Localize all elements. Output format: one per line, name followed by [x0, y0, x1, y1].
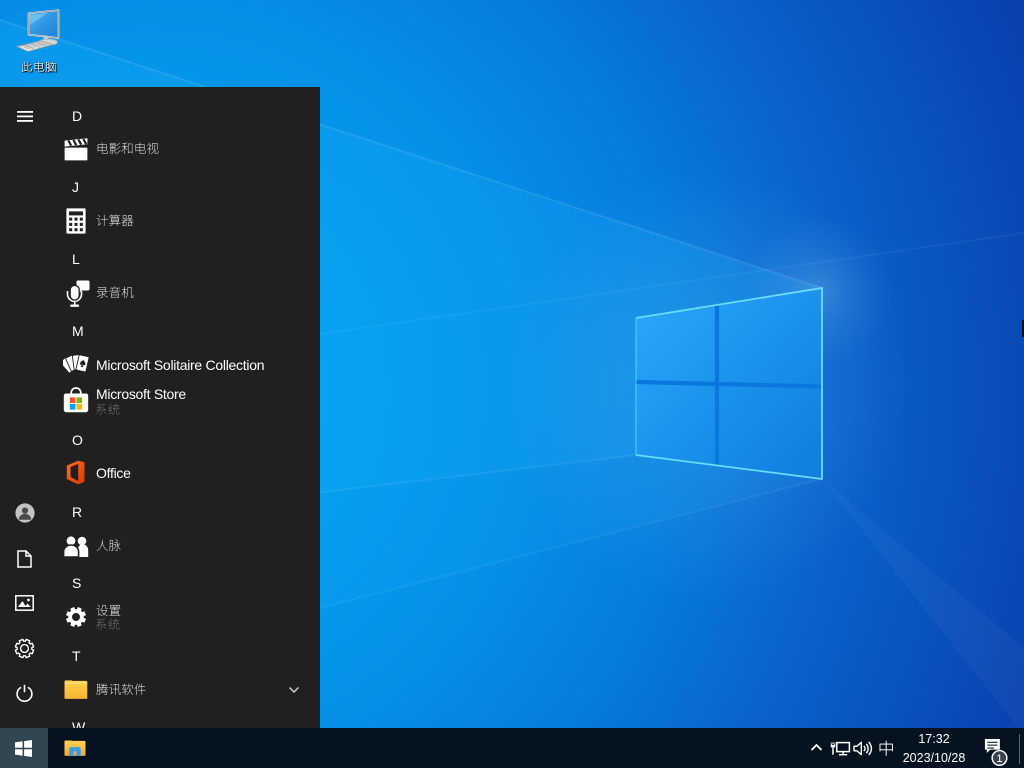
svg-text:1: 1 — [996, 752, 1002, 764]
